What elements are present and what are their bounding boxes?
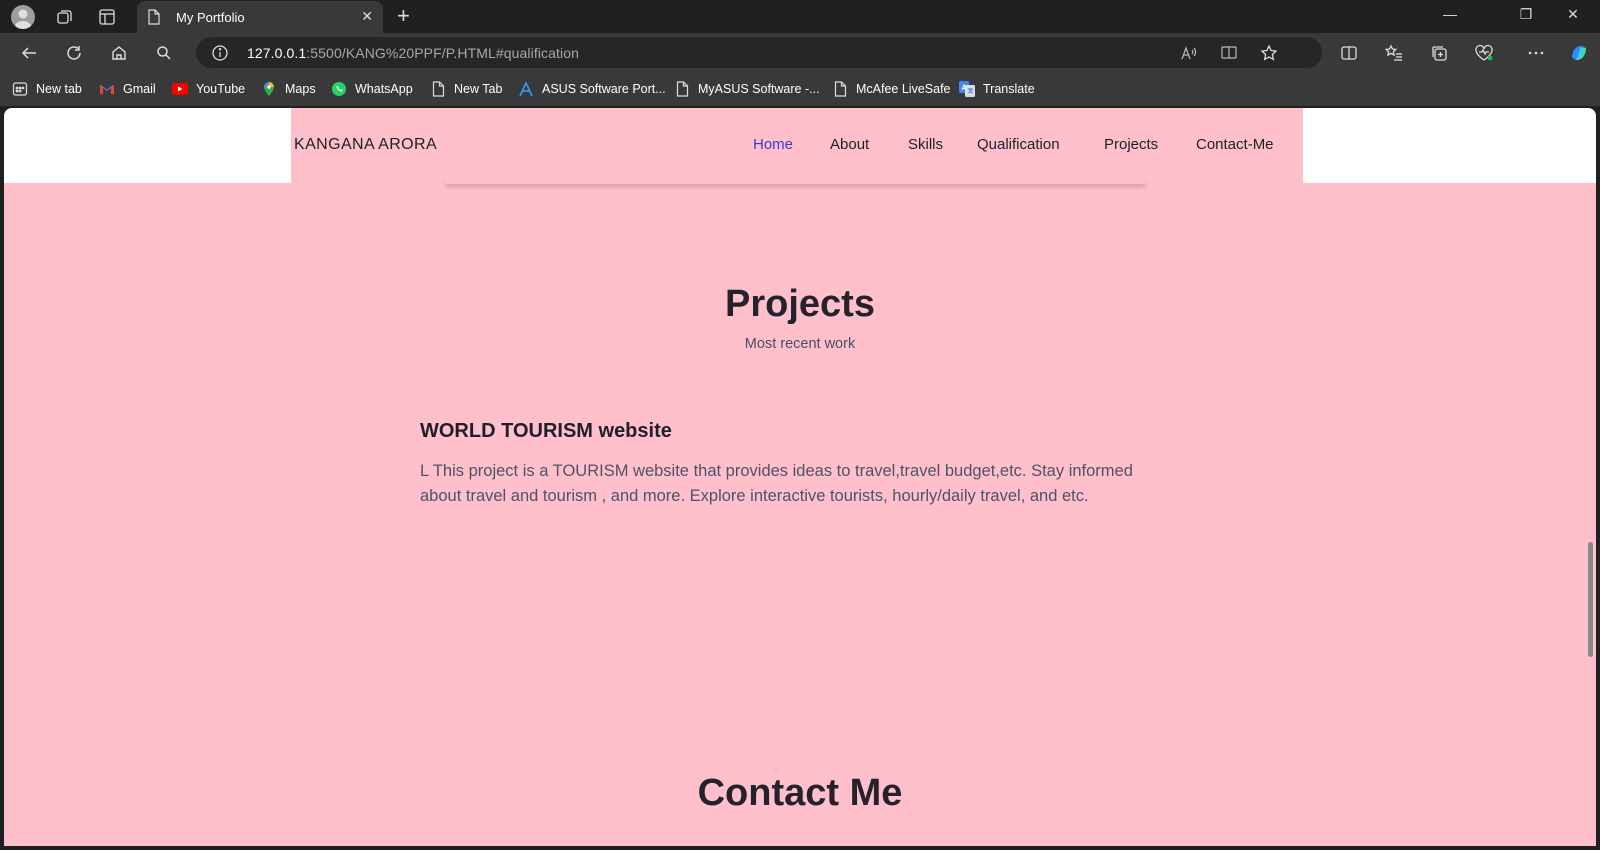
maps-icon xyxy=(261,81,277,97)
address-bar[interactable]: 127.0.0.1:5500/KANG%20PPF/P.HTML#qualifi… xyxy=(196,37,1322,68)
page-viewport: KANGANA ARORA Home About Skills Qualific… xyxy=(4,108,1596,846)
bookmark-translate[interactable]: Translate xyxy=(959,80,1035,98)
bookmark-label: New tab xyxy=(36,82,82,96)
bookmark-maps[interactable]: Maps xyxy=(261,80,316,98)
bookmark-label: New Tab xyxy=(454,82,503,96)
translate-icon xyxy=(959,81,975,97)
url-host: 127.0.0.1 xyxy=(247,45,307,61)
bookmark-label: YouTube xyxy=(196,82,246,96)
favorites-icon[interactable] xyxy=(1382,41,1406,65)
restore-button[interactable]: ❐ xyxy=(1516,6,1536,26)
site-info-icon[interactable] xyxy=(208,41,232,65)
gmail-icon xyxy=(99,81,115,97)
nav-skills[interactable]: Skills xyxy=(908,136,943,153)
bookmark-label: Gmail xyxy=(123,82,156,96)
more-options-icon[interactable] xyxy=(1524,41,1548,65)
page-scrollbar[interactable] xyxy=(1584,108,1596,846)
bookmark-label: Translate xyxy=(983,82,1035,96)
bookmark-label: Maps xyxy=(285,82,316,96)
minimize-button[interactable]: — xyxy=(1440,6,1460,26)
bookmark-label: WhatsApp xyxy=(355,82,413,96)
contact-title: Contact Me xyxy=(697,772,903,814)
new-tab-button[interactable]: + xyxy=(397,3,410,29)
asus-icon xyxy=(518,81,534,97)
bookmark-mcafee-livesafe[interactable]: McAfee LiveSafe xyxy=(832,80,951,98)
youtube-icon xyxy=(172,81,188,97)
site-logo[interactable]: KANGANA ARORA xyxy=(294,136,437,154)
bookmark-new-tab[interactable]: New tab xyxy=(12,80,82,98)
tab-close-icon[interactable]: ✕ xyxy=(361,8,373,25)
url-path: :5500/KANG%20PPF/P.HTML#qualification xyxy=(306,45,579,61)
header-left-band xyxy=(4,108,291,183)
page-icon xyxy=(674,81,690,97)
profile-avatar-icon[interactable] xyxy=(11,5,35,29)
page-icon xyxy=(832,81,848,97)
project-description: L This project is a TOURISM website that… xyxy=(420,462,1133,505)
url-text: 127.0.0.1:5500/KANG%20PPF/P.HTML#qualifi… xyxy=(247,45,579,61)
grid-icon xyxy=(12,81,28,97)
projects-subtitle: Most recent work xyxy=(744,336,856,352)
refresh-icon[interactable] xyxy=(62,41,86,65)
bookmark-myasus-software[interactable]: MyASUS Software -... xyxy=(674,80,820,98)
tab-actions-icon[interactable] xyxy=(95,5,119,29)
tab-my-portfolio[interactable]: My Portfolio ✕ xyxy=(137,1,383,33)
workspaces-icon[interactable] xyxy=(53,5,77,29)
back-icon[interactable] xyxy=(17,41,41,65)
collections-icon[interactable] xyxy=(1427,41,1451,65)
page-icon xyxy=(147,9,161,30)
nav-home[interactable]: Home xyxy=(753,136,793,153)
tab-strip: My Portfolio ✕ + — ❐ ✕ xyxy=(0,0,1600,33)
header-right-band xyxy=(1303,108,1596,183)
nav-projects[interactable]: Projects xyxy=(1104,136,1158,153)
copilot-icon[interactable] xyxy=(1567,41,1591,65)
bookmark-label: ASUS Software Port... xyxy=(542,82,666,96)
bookmarks-bar: New tab Gmail YouTube Maps WhatsApp New … xyxy=(0,72,1600,106)
home-icon[interactable] xyxy=(107,41,131,65)
bookmark-new-tab-page[interactable]: New Tab xyxy=(430,80,502,98)
immersive-reader-icon[interactable] xyxy=(1217,41,1241,65)
scrollbar-thumb[interactable] xyxy=(1588,542,1593,657)
bookmark-gmail[interactable]: Gmail xyxy=(99,80,156,98)
whatsapp-icon xyxy=(331,81,347,97)
window-close-button[interactable]: ✕ xyxy=(1563,6,1583,26)
projects-title: Projects xyxy=(725,283,875,325)
read-aloud-icon[interactable] xyxy=(1177,41,1201,65)
project-title: WORLD TOURISM website xyxy=(420,420,672,442)
favorite-star-icon[interactable] xyxy=(1257,41,1281,65)
header-shadow xyxy=(446,179,1145,184)
search-icon[interactable] xyxy=(152,41,176,65)
nav-qualification[interactable]: Qualification xyxy=(977,136,1060,153)
bookmark-youtube[interactable]: YouTube xyxy=(172,80,245,98)
bookmark-whatsapp[interactable]: WhatsApp xyxy=(331,80,413,98)
nav-about[interactable]: About xyxy=(830,136,869,153)
tab-title: My Portfolio xyxy=(176,10,245,25)
browser-essentials-icon[interactable] xyxy=(1472,41,1496,65)
nav-contact-me[interactable]: Contact-Me xyxy=(1196,136,1274,153)
page-icon xyxy=(430,81,446,97)
bookmark-label: MyASUS Software -... xyxy=(698,82,820,96)
bookmark-asus-software-portal[interactable]: ASUS Software Port... xyxy=(518,80,666,98)
browser-toolbar: 127.0.0.1:5500/KANG%20PPF/P.HTML#qualifi… xyxy=(0,33,1600,72)
split-screen-icon[interactable] xyxy=(1337,41,1361,65)
bookmark-label: McAfee LiveSafe xyxy=(856,82,951,96)
